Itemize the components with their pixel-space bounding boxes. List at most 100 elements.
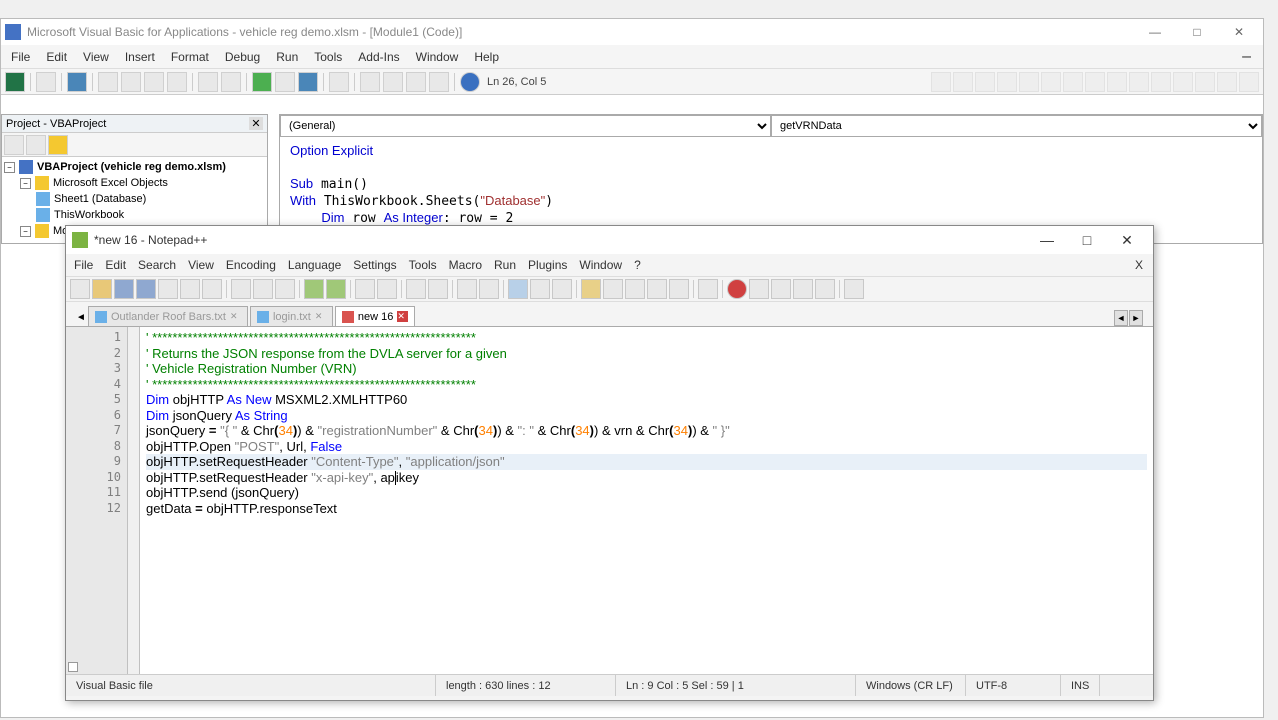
cut-button[interactable] bbox=[98, 72, 118, 92]
menu-macro[interactable]: Macro bbox=[443, 256, 488, 274]
tab-close-icon[interactable]: ✕ bbox=[230, 311, 241, 322]
tab-close-all-icon[interactable]: X bbox=[1129, 256, 1151, 274]
uncomment-button[interactable] bbox=[1019, 72, 1039, 92]
outdent-button[interactable] bbox=[931, 72, 951, 92]
doc-map-button[interactable] bbox=[603, 279, 623, 299]
indent-guide-button[interactable] bbox=[552, 279, 572, 299]
view-code-button[interactable] bbox=[4, 135, 24, 155]
record-button[interactable] bbox=[727, 279, 747, 299]
tree-item-thisworkbook[interactable]: ThisWorkbook bbox=[4, 207, 265, 223]
list-constants-button[interactable] bbox=[1151, 72, 1171, 92]
menu-window[interactable]: Window bbox=[573, 256, 628, 274]
split-handle[interactable] bbox=[68, 662, 78, 672]
sync-h-button[interactable] bbox=[479, 279, 499, 299]
tab-scroll-right-icon[interactable]: ► bbox=[1129, 310, 1143, 326]
collapse-icon[interactable]: − bbox=[20, 226, 31, 237]
fold-margin[interactable] bbox=[128, 327, 140, 674]
run-button[interactable] bbox=[252, 72, 272, 92]
insert-module-button[interactable] bbox=[36, 72, 56, 92]
menu-window[interactable]: Window bbox=[408, 48, 467, 66]
parameter-info-button[interactable] bbox=[1195, 72, 1215, 92]
properties-button[interactable] bbox=[383, 72, 403, 92]
open-file-button[interactable] bbox=[92, 279, 112, 299]
save-all-button[interactable] bbox=[136, 279, 156, 299]
folder-button[interactable] bbox=[669, 279, 689, 299]
find-button[interactable] bbox=[355, 279, 375, 299]
menu-run[interactable]: Run bbox=[268, 48, 306, 66]
maximize-button[interactable]: □ bbox=[1177, 22, 1217, 42]
code-editor[interactable]: ' **************************************… bbox=[140, 327, 1153, 674]
menu-plugins[interactable]: Plugins bbox=[522, 256, 573, 274]
monitoring-button[interactable] bbox=[698, 279, 718, 299]
procedure-dropdown[interactable]: getVRNData bbox=[771, 115, 1262, 137]
tab-login[interactable]: login.txt ✕ bbox=[250, 306, 333, 326]
menu-file[interactable]: File bbox=[68, 256, 99, 274]
view-excel-button[interactable] bbox=[5, 72, 25, 92]
menu-encoding[interactable]: Encoding bbox=[220, 256, 282, 274]
new-file-button[interactable] bbox=[70, 279, 90, 299]
menu-addins[interactable]: Add-Ins bbox=[350, 48, 407, 66]
cut-button[interactable] bbox=[231, 279, 251, 299]
copy-button[interactable] bbox=[121, 72, 141, 92]
object-dropdown[interactable]: (General) bbox=[280, 115, 771, 137]
menu-tools[interactable]: Tools bbox=[306, 48, 350, 66]
clear-bookmarks-button[interactable] bbox=[1107, 72, 1127, 92]
menu-search[interactable]: Search bbox=[132, 256, 182, 274]
status-eol[interactable]: Windows (CR LF) bbox=[856, 675, 966, 696]
func-list-button[interactable] bbox=[647, 279, 667, 299]
zoom-in-button[interactable] bbox=[406, 279, 426, 299]
menu-edit[interactable]: Edit bbox=[99, 256, 132, 274]
collapse-icon[interactable]: − bbox=[20, 178, 31, 189]
toggle-folders-button[interactable] bbox=[48, 135, 68, 155]
spellcheck-button[interactable] bbox=[844, 279, 864, 299]
view-object-button[interactable] bbox=[26, 135, 46, 155]
save-button[interactable] bbox=[114, 279, 134, 299]
playback-button[interactable] bbox=[771, 279, 791, 299]
tab-close-icon[interactable]: ✕ bbox=[397, 311, 408, 322]
menu-file[interactable]: File bbox=[3, 48, 38, 66]
udl-button[interactable] bbox=[581, 279, 601, 299]
paste-button[interactable] bbox=[144, 72, 164, 92]
toggle-bookmark-button[interactable] bbox=[1041, 72, 1061, 92]
play-button[interactable] bbox=[749, 279, 769, 299]
copy-button[interactable] bbox=[253, 279, 273, 299]
save-macro-button[interactable] bbox=[793, 279, 813, 299]
status-encoding[interactable]: UTF-8 bbox=[966, 675, 1061, 696]
collapse-icon[interactable]: − bbox=[4, 162, 15, 173]
more-controls-button[interactable] bbox=[1239, 72, 1259, 92]
menu-tools[interactable]: Tools bbox=[403, 256, 443, 274]
menu-format[interactable]: Format bbox=[163, 48, 217, 66]
doc-list-button[interactable] bbox=[625, 279, 645, 299]
sync-v-button[interactable] bbox=[457, 279, 477, 299]
tab-outlander[interactable]: Outlander Roof Bars.txt ✕ bbox=[88, 306, 248, 326]
list-properties-button[interactable] bbox=[1129, 72, 1149, 92]
design-mode-button[interactable] bbox=[329, 72, 349, 92]
toggle-breakpoint-button[interactable] bbox=[975, 72, 995, 92]
status-insert-mode[interactable]: INS bbox=[1061, 675, 1100, 696]
npp-titlebar[interactable]: *new 16 - Notepad++ — □ ✕ bbox=[66, 226, 1153, 254]
close-button[interactable]: ✕ bbox=[1107, 228, 1147, 252]
close-all-button[interactable] bbox=[180, 279, 200, 299]
redo-button[interactable] bbox=[326, 279, 346, 299]
minimize-button[interactable]: — bbox=[1135, 22, 1175, 42]
save-button[interactable] bbox=[67, 72, 87, 92]
menu-view[interactable]: View bbox=[75, 48, 117, 66]
menu-help[interactable]: Help bbox=[466, 48, 507, 66]
vba-titlebar[interactable]: Microsoft Visual Basic for Applications … bbox=[1, 19, 1263, 45]
close-button[interactable]: ✕ bbox=[1219, 22, 1259, 42]
tab-scroll-left-icon[interactable]: ◄ bbox=[1114, 310, 1128, 326]
menu-view[interactable]: View bbox=[182, 256, 220, 274]
tab-new16[interactable]: new 16 ✕ bbox=[335, 306, 415, 326]
menu-edit[interactable]: Edit bbox=[38, 48, 75, 66]
object-browser-button[interactable] bbox=[406, 72, 426, 92]
paste-button[interactable] bbox=[275, 279, 295, 299]
zoom-out-button[interactable] bbox=[428, 279, 448, 299]
help-button[interactable] bbox=[460, 72, 480, 92]
menu-language[interactable]: Language bbox=[282, 256, 347, 274]
minimize-button[interactable]: — bbox=[1027, 228, 1067, 252]
complete-word-button[interactable] bbox=[1217, 72, 1237, 92]
toolbox-button[interactable] bbox=[429, 72, 449, 92]
find-button[interactable] bbox=[167, 72, 187, 92]
project-explorer-header[interactable]: Project - VBAProject ✕ bbox=[2, 115, 267, 133]
panel-close-icon[interactable]: ✕ bbox=[249, 117, 263, 130]
